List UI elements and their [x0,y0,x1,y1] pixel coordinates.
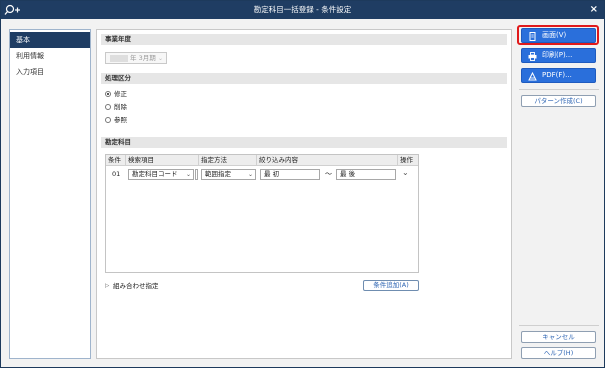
pdf-button-label: PDF(F)... [542,71,572,79]
triangle-right-icon: ▷ [105,283,110,289]
column-header-method: 指定方法 [199,155,257,166]
fiscal-period: 3月期 [138,54,156,62]
chevron-down-icon: ⌄ [247,171,253,178]
fiscal-year-select[interactable]: 年 3月期 ⌄ [105,52,167,64]
pattern-create-button[interactable]: パターン作成(C) [521,95,596,107]
column-header-filter: 絞り込み内容 [257,155,398,166]
column-header-search-item: 検索項目 [126,155,199,166]
column-resize-handle[interactable] [195,169,198,180]
chevron-down-icon: ⌄ [157,55,163,62]
search-item-select[interactable]: 勘定科目コード ⌄ [128,169,194,180]
row-condition-number: 01 [112,170,121,178]
section-header-accounts: 勘定科目 [101,137,507,148]
printer-icon [528,52,537,61]
add-condition-button[interactable]: 条件追加(A) [363,280,419,291]
range-from-input[interactable]: 最 初 [260,169,320,180]
method-select[interactable]: 範囲指定 ⌄ [201,169,256,180]
sidebar: 基本 利用情報 入力項目 [9,29,91,359]
expand-chevron-icon[interactable]: ⌄ [402,168,409,177]
combination-label: 組み合わせ指定 [113,282,159,290]
document-icon [528,32,537,41]
column-header-action: 操作 [398,155,418,166]
range-separator: 〜 [325,170,332,178]
print-button-label: 印刷(P)... [542,51,573,59]
year-suffix: 年 [130,54,137,62]
window-title: 勘定科目一括登録 - 条件設定 [253,5,352,14]
radio-unchecked-icon[interactable] [105,104,111,110]
sidebar-item-usage-info[interactable]: 利用情報 [10,48,90,64]
pdf-icon [528,71,537,81]
divider [519,89,599,90]
radio-unchecked-icon[interactable] [105,117,111,123]
main-panel: 事業年度 年 3月期 ⌄ 処理区分 修正 削除 参照 勘定科目 条件 検索項目 … [96,29,512,359]
close-icon[interactable]: × [590,1,598,19]
print-button[interactable]: 印刷(P)... [521,48,596,63]
dialog-window: 勘定科目一括登録 - 条件設定 × 基本 利用情報 入力項目 事業年度 年 3月… [0,0,605,368]
radio-label-view: 参照 [114,116,127,124]
range-to-input[interactable]: 最 後 [336,169,396,180]
divider [519,325,599,326]
year-value-redacted [110,55,128,62]
screen-button[interactable]: 画面(V) [521,28,596,43]
help-button[interactable]: ヘルプ(H) [521,347,596,359]
screen-button-label: 画面(V) [542,31,567,39]
chevron-down-icon: ⌄ [185,171,191,178]
title-bar: 勘定科目一括登録 - 条件設定 × [1,1,604,19]
sidebar-item-input-items[interactable]: 入力項目 [10,64,90,80]
sidebar-item-basic[interactable]: 基本 [10,32,90,48]
search-item-value: 勘定科目コード [132,170,178,178]
pdf-button[interactable]: PDF(F)... [521,68,596,83]
radio-label-delete: 削除 [114,103,127,111]
column-header-condition: 条件 [106,155,126,166]
radio-label-modify: 修正 [114,90,127,98]
conditions-table: 条件 検索項目 指定方法 絞り込み内容 操作 01 勘定科目コード ⌄ 範囲指定… [105,154,419,273]
radio-checked-icon[interactable] [105,91,111,97]
section-header-processing: 処理区分 [101,73,507,84]
section-header-fiscal-year: 事業年度 [101,34,507,45]
cancel-button[interactable]: キャンセル [521,331,596,343]
method-value: 範囲指定 [205,170,231,178]
